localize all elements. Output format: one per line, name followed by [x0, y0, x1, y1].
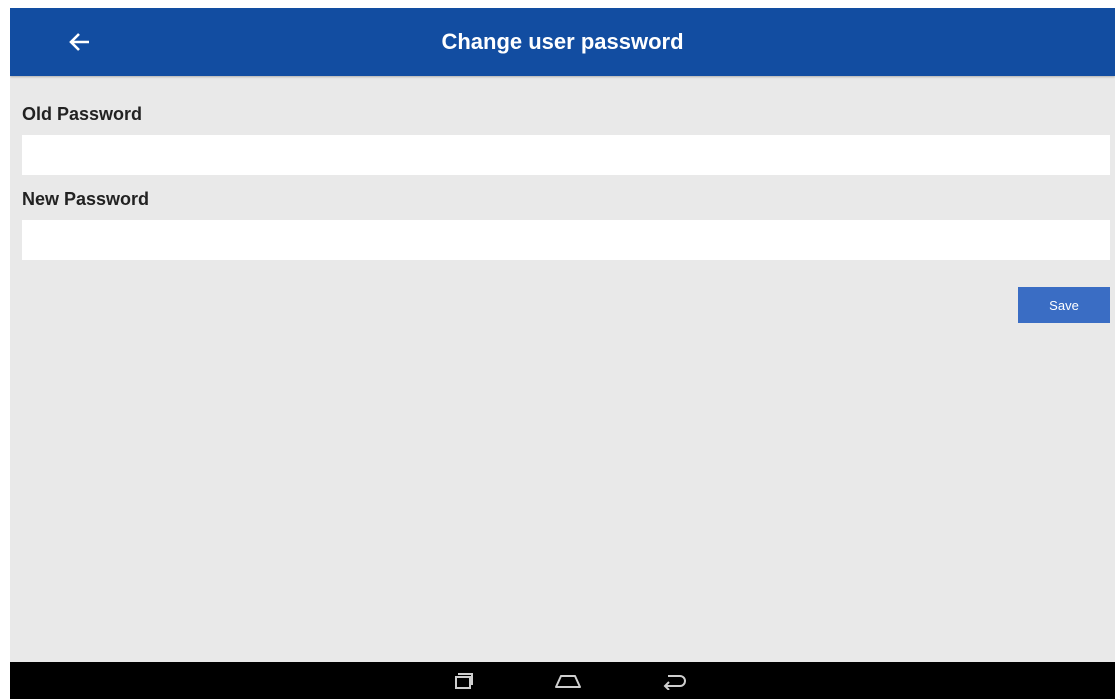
page-title: Change user password — [441, 29, 684, 54]
new-password-label: New Password — [22, 189, 150, 209]
home-button[interactable] — [548, 666, 588, 696]
nav-back-button[interactable] — [654, 666, 694, 696]
system-navigation-bar — [10, 662, 1115, 699]
back-icon — [663, 675, 686, 690]
app-screen: Change user password Old Password New Pa… — [10, 8, 1115, 699]
home-icon — [555, 675, 581, 688]
new-password-field[interactable] — [22, 220, 1110, 260]
recent-apps-icon — [455, 673, 473, 689]
app-bar: Change user password — [10, 8, 1115, 76]
old-password-label: Old Password — [22, 104, 143, 124]
save-button[interactable]: Save — [1018, 287, 1110, 323]
old-password-field[interactable] — [22, 135, 1110, 175]
recent-apps-button[interactable] — [443, 666, 483, 696]
